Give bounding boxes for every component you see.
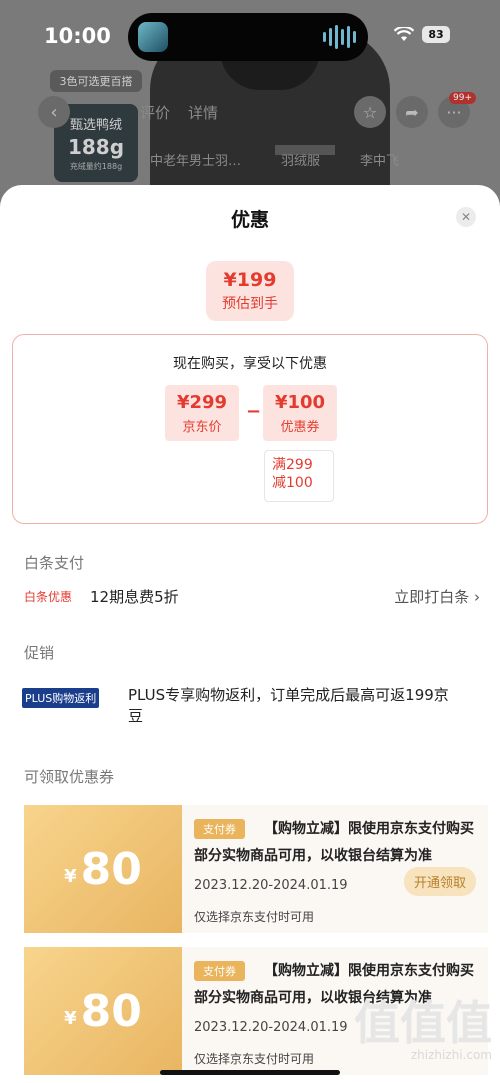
status-bar: 10:00 83	[0, 0, 500, 61]
condition-line-1: 满299	[272, 457, 313, 473]
star-icon: ☆	[362, 102, 378, 122]
coupon-validity: 2023.12.20-2024.01.19	[194, 878, 348, 893]
open-baitiao-link[interactable]: 立即打白条 ›	[394, 586, 480, 607]
coupons-section-title: 可领取优惠券	[24, 768, 115, 786]
watermark-logo: 值值值	[354, 996, 492, 1050]
price-breakdown-box: 现在购买，享受以下优惠 ¥299 京东价 − ¥100 优惠券 满299 减10…	[12, 334, 488, 524]
baitiao-row[interactable]: 白条优惠 12期息费5折 立即打白条 ›	[24, 585, 480, 607]
close-button[interactable]: ✕	[456, 207, 476, 227]
coupon-card[interactable]: ¥ 80 【购物立减】限使用京东支付购买部分实物商品可用，以收银台结算为准 支付…	[24, 805, 488, 933]
coupon-amount: 80	[80, 843, 142, 895]
estimated-price: ¥199	[223, 269, 277, 291]
sub-text-1: 中老年男士羽…	[150, 154, 242, 169]
battery-indicator: 83	[422, 26, 450, 43]
share-button[interactable]: ➦	[396, 96, 428, 128]
jd-price-label: 京东价	[182, 419, 222, 435]
back-button[interactable]: ‹	[38, 96, 70, 128]
product-tabs: 评价 详情	[140, 102, 218, 123]
favorite-button[interactable]: ☆	[354, 96, 386, 128]
system-icons: 83	[394, 26, 450, 43]
coupon-amount: 80	[80, 985, 142, 1037]
coupon-condition: 满299 减100	[264, 450, 334, 502]
estimated-price-label: 预估到手	[222, 296, 278, 312]
down-badge-line2: 188g	[67, 135, 125, 159]
sub-text-2: 羽绒服	[281, 154, 321, 169]
cart-button[interactable]: ··· 99+	[438, 92, 476, 128]
home-indicator[interactable]	[160, 1070, 340, 1075]
color-options-chip: 3色可选更百搭	[50, 70, 142, 92]
down-badge-line1: 甄选鸭绒	[69, 118, 122, 133]
minus-sign: −	[246, 401, 262, 422]
music-app-icon	[138, 22, 168, 52]
coupon-type-tag: 支付券	[194, 819, 245, 839]
coupon-validity: 2023.12.20-2024.01.19	[194, 1020, 348, 1035]
plus-rebate-text: PLUS专享购物返利，订单完成后最高可返199京豆	[128, 686, 449, 725]
coupon-currency: ¥	[64, 1007, 77, 1029]
coupon-amount-panel: ¥ 80	[24, 947, 182, 1075]
coupon-note: 仅选择京东支付时可用	[194, 1052, 315, 1066]
coupon-currency: ¥	[64, 865, 77, 887]
baitiao-section-title: 白条支付	[24, 554, 85, 572]
dynamic-island	[128, 13, 368, 61]
more-icon: ···	[446, 102, 462, 122]
estimated-price-badge: ¥199 预估到手	[206, 261, 294, 321]
tab-reviews[interactable]: 评价	[140, 102, 170, 123]
baitiao-text: 12期息费5折	[90, 587, 179, 606]
header-actions: ☆ ➦ ··· 99+	[354, 92, 476, 128]
cart-count-badge: 99+	[449, 92, 476, 104]
coupon-label: 优惠券	[280, 419, 320, 435]
tab-details[interactable]: 详情	[188, 102, 218, 123]
promo-section-title: 促销	[24, 644, 55, 662]
baitiao-tag: 白条优惠	[24, 589, 73, 604]
close-icon: ✕	[460, 210, 472, 224]
claim-coupon-button[interactable]: 开通领取	[403, 867, 476, 896]
discount-sheet: 优惠 ✕ ¥199 预估到手 现在购买，享受以下优惠 ¥299 京东价 − ¥1…	[0, 185, 500, 1083]
down-badge-line3: 充绒量约188g	[69, 162, 123, 171]
status-time: 10:00	[44, 24, 111, 48]
sheet-title: 优惠	[230, 209, 269, 231]
product-sub-texts: 中老年男士羽… 羽绒服 李中飞	[150, 150, 399, 169]
coupon-value: ¥100	[274, 391, 326, 413]
coupon-chip: ¥100 优惠券	[263, 385, 337, 441]
breakdown-title: 现在购买，享受以下优惠	[173, 356, 327, 372]
condition-line-2: 减100	[272, 475, 313, 491]
coupon-info-panel: 【购物立减】限使用京东支付购买部分实物商品可用，以收银台结算为准 支付券 202…	[182, 805, 488, 933]
sub-text-3: 李中飞	[360, 154, 400, 169]
coupon-amount-panel: ¥ 80	[24, 805, 182, 933]
coupon-note: 仅选择京东支付时可用	[194, 910, 315, 924]
jd-price-chip: ¥299 京东价	[165, 385, 239, 441]
wifi-icon	[394, 27, 414, 41]
back-arrow-icon: ‹	[50, 101, 58, 123]
share-icon: ➦	[405, 102, 419, 122]
jd-price-value: ¥299	[176, 391, 228, 413]
coupon-type-tag: 支付券	[194, 961, 245, 981]
watermark-url: zhizhizhi.com	[410, 1048, 492, 1062]
plus-rebate-tag: PLUS购物返利	[22, 688, 100, 708]
site-watermark: 值值值 zhizhizhi.com	[346, 998, 492, 1062]
audio-wave-icon	[323, 25, 356, 49]
